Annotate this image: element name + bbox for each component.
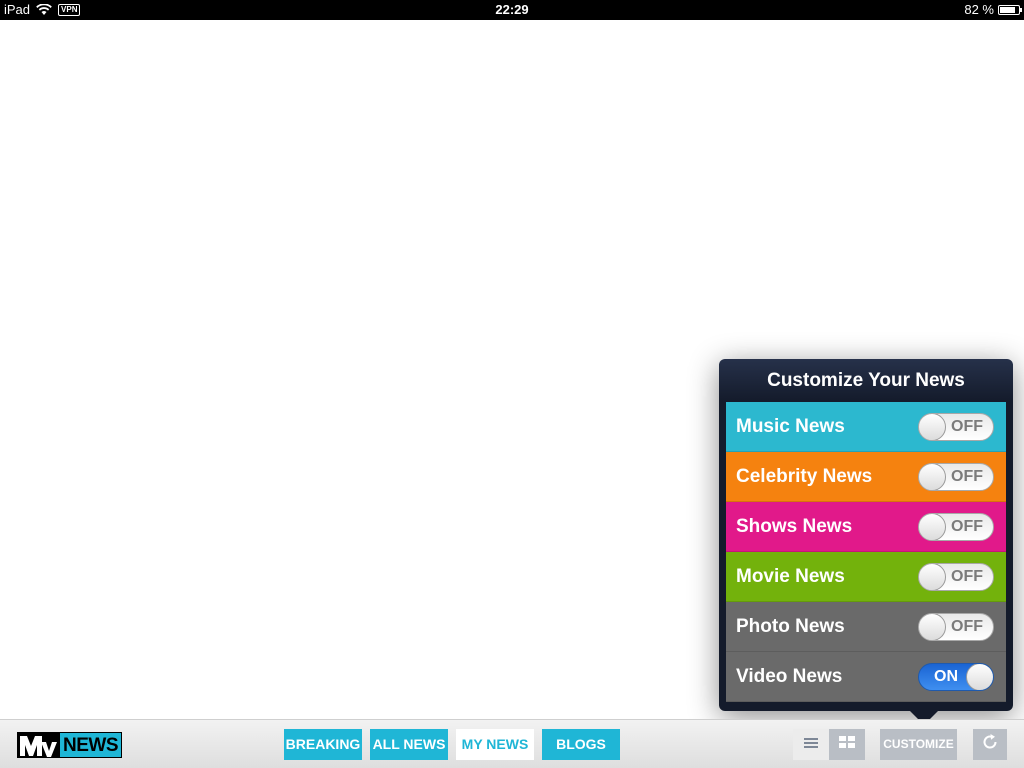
grid-view-button[interactable] [829, 729, 865, 760]
mtv-logo-icon [17, 732, 59, 758]
status-bar: iPad VPN 22:29 82 % [0, 0, 1024, 20]
tab-my-news[interactable]: MY NEWS [456, 729, 534, 760]
category-row: Photo News OFF [726, 602, 1006, 652]
status-right: 82 % [964, 2, 1022, 17]
toggle-knob[interactable] [919, 464, 946, 490]
customize-button[interactable]: CUSTOMIZE [880, 729, 957, 760]
category-toggle[interactable]: OFF [918, 513, 994, 541]
category-toggle[interactable]: OFF [918, 463, 994, 491]
customize-popover: Customize Your News Music News OFF Celebri… [719, 359, 1013, 725]
category-label: Photo News [736, 616, 845, 637]
category-toggle[interactable]: ON [918, 663, 994, 691]
toggle-state-label: OFF [951, 618, 983, 635]
category-row: Shows News OFF [726, 502, 1006, 552]
refresh-icon [981, 733, 999, 756]
bottom-toolbar: NEWS BREAKING ALL NEWS MY NEWS BLOGS CUS… [0, 719, 1024, 768]
list-view-icon [803, 736, 819, 754]
category-toggle[interactable]: OFF [918, 563, 994, 591]
category-row: Movie News OFF [726, 552, 1006, 602]
category-toggle[interactable]: OFF [918, 413, 994, 441]
category-row: Video News ON [726, 652, 1006, 702]
category-label: Shows News [736, 516, 853, 537]
toggle-state-label: ON [934, 668, 958, 685]
grid-view-icon [838, 735, 856, 754]
category-list: Music News OFF Celebrity News OFF Shows News… [726, 402, 1006, 702]
category-label: Music News [736, 416, 845, 437]
toggle-state-label: OFF [951, 568, 983, 585]
category-row: Music News OFF [726, 402, 1006, 452]
toggle-state-label: OFF [951, 468, 983, 485]
toggle-state-label: OFF [951, 418, 983, 435]
refresh-button[interactable] [973, 729, 1007, 760]
category-row: Celebrity News OFF [726, 452, 1006, 502]
toggle-knob[interactable] [966, 664, 993, 690]
category-label: Movie News [736, 566, 845, 587]
clock: 22:29 [495, 2, 529, 17]
toggle-knob[interactable] [919, 414, 946, 440]
toggle-state-label: OFF [951, 518, 983, 535]
battery-icon [998, 4, 1022, 15]
list-view-button[interactable] [793, 729, 829, 760]
tab-breaking[interactable]: BREAKING [284, 729, 362, 760]
toggle-knob[interactable] [919, 614, 946, 640]
toggle-knob[interactable] [919, 514, 946, 540]
toggle-knob[interactable] [919, 564, 946, 590]
category-toggle[interactable]: OFF [918, 613, 994, 641]
category-label: Celebrity News [736, 466, 873, 487]
battery-percent: 82 % [964, 2, 994, 17]
mtv-news-logo[interactable]: NEWS [17, 732, 122, 758]
category-label: Video News [736, 666, 843, 687]
popover-title: Customize Your News [767, 370, 965, 391]
tab-all-news[interactable]: ALL NEWS [370, 729, 448, 760]
tab-blogs[interactable]: BLOGS [542, 729, 620, 760]
news-wordmark: NEWS [59, 732, 122, 758]
